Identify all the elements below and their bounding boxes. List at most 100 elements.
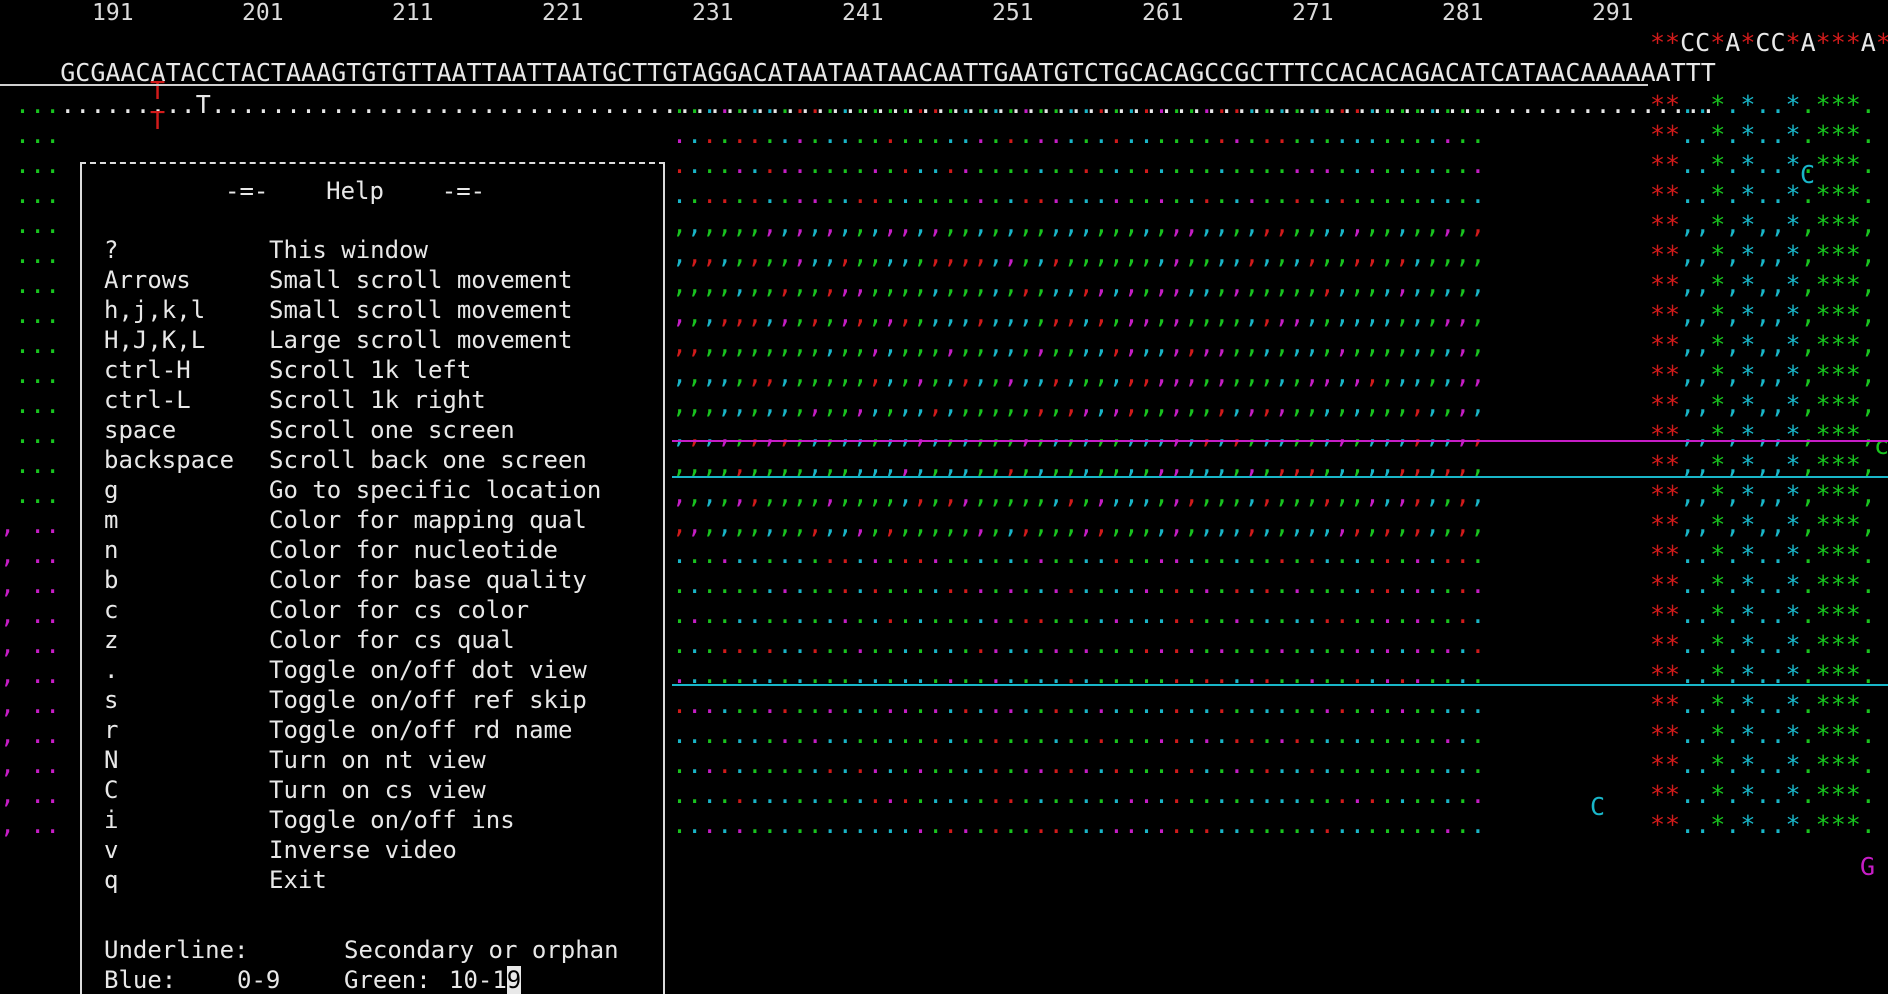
underline-desc: Secondary or orphan [344, 936, 619, 964]
help-key-description: Exit [269, 866, 327, 894]
position-label: 221 [542, 0, 584, 26]
read-row: ........................................… [0, 90, 1876, 119]
help-key-description: Color for base quality [269, 566, 587, 594]
read-row: ...,,,,,,,,,,,,,,,,,,,,,,,,,,,,,,,,,,,,,… [0, 390, 1876, 419]
help-key: r [104, 716, 119, 744]
read-row: ...,,,,,,,,,,,,,,,,,,,,,,,,,,,,,,,,,,,,,… [0, 210, 1876, 239]
position-label: 271 [1292, 0, 1334, 26]
position-label: 191 [92, 0, 134, 26]
help-top-border [80, 162, 665, 166]
position-label: 241 [842, 0, 884, 26]
help-key: b [104, 566, 119, 594]
help-key-description: Toggle on/off ref skip [269, 686, 587, 714]
help-key-description: Scroll one screen [269, 416, 515, 444]
help-key: backspace [104, 446, 235, 474]
read-row: , ......................................… [0, 570, 1876, 599]
help-key: space [104, 416, 177, 444]
help-key-description: Color for nucleotide [269, 536, 558, 564]
read-base-letter: G [1860, 852, 1876, 881]
position-label: 211 [392, 0, 434, 26]
read-row: ...,,,,,,,,,,,,,,,,,,,,,,,,,,,,,,,,,,,,,… [0, 330, 1876, 359]
help-key-description: Small scroll movement [269, 266, 573, 294]
help-key-description: Small scroll movement [269, 296, 573, 324]
help-key: C [104, 776, 119, 804]
help-key-description: Scroll back one screen [269, 446, 587, 474]
read-row: , ......................................… [0, 540, 1876, 569]
position-label: 261 [1142, 0, 1184, 26]
read-row: ........................................… [0, 180, 1876, 209]
position-label: 281 [1442, 0, 1484, 26]
help-key-description: Turn on nt view [269, 746, 486, 774]
read-row: , ......................................… [0, 600, 1876, 629]
read-underline [672, 440, 1888, 442]
blue-label: Blue: [104, 966, 177, 994]
help-key-description: Scroll 1k right [269, 386, 486, 414]
reference-tail-row: **CC*A*CC*A***A* [1650, 28, 1888, 57]
green-label: Green: [344, 966, 431, 994]
read-underline [672, 684, 1888, 686]
position-label: 251 [992, 0, 1034, 26]
position-label: 291 [1592, 0, 1634, 26]
read-base-letter: c [1874, 431, 1888, 460]
help-key-description: This window [269, 236, 428, 264]
read-row: ...,,,,,,,,,,,,,,,,,,,,,,,,,,,,,,,,,,,,,… [0, 270, 1876, 299]
help-key: g [104, 476, 119, 504]
help-key: ctrl-L [104, 386, 191, 414]
read-row: , ..,,,,,,,,,,,,,,,,,,,,,,,,,,,,,,,,,,,,… [0, 510, 1876, 539]
read-row: ...,,,,,,,,,,,,,,,,,,,,,,,,,,,,,,,,,,,,,… [0, 300, 1876, 329]
read-row: , ......................................… [0, 660, 1876, 689]
help-key: Arrows [104, 266, 191, 294]
help-key-description: Toggle on/off ins [269, 806, 515, 834]
read-row: , ......................................… [0, 630, 1876, 659]
green-range: 10-19 [449, 966, 522, 994]
read-row: ........................................… [0, 120, 1876, 149]
help-key-description: Color for mapping qual [269, 506, 587, 534]
terminal-window[interactable]: 191 201 211 221 231 241 251 261 271 281 291 GCGAAC… [0, 0, 1888, 994]
position-label: 231 [692, 0, 734, 26]
read-row: , ......................................… [0, 720, 1876, 749]
help-key-description: Color for cs qual [269, 626, 515, 654]
help-left-border [80, 162, 86, 994]
help-key-description: Scroll 1k left [269, 356, 472, 384]
read-row: ........................................… [0, 150, 1876, 179]
read-base-letter: C [1590, 792, 1606, 821]
help-key: v [104, 836, 119, 864]
read-row: ...,,,,,,,,,,,,,,,,,,,,,,,,,,,,,,,,,,,,,… [0, 450, 1876, 479]
read-row: ...,,,,,,,,,,,,,,,,,,,,,,,,,,,,,,,,,,,,,… [0, 480, 1876, 509]
read-row: , ......................................… [0, 690, 1876, 719]
position-label: 201 [242, 0, 284, 26]
read-row: , ......................................… [0, 750, 1876, 779]
help-key: s [104, 686, 119, 714]
read-underline [672, 476, 1888, 478]
help-key-description: Toggle on/off rd name [269, 716, 573, 744]
read-row: ...,,,,,,,,,,,,,,,,,,,,,,,,,,,,,,,,,,,,,… [0, 420, 1876, 449]
read-row: , ......................................… [0, 810, 1876, 839]
mismatch-base: T [150, 76, 166, 105]
help-key: ctrl-H [104, 356, 191, 384]
consensus-mark: T [195, 90, 211, 119]
help-key: . [104, 656, 119, 684]
read-row: ...,,,,,,,,,,,,,,,,,,,,,,,,,,,,,,,,,,,,,… [0, 240, 1876, 269]
reference-underline [0, 84, 1648, 86]
help-key: h,j,k,l [104, 296, 206, 324]
help-key-description: Toggle on/off dot view [269, 656, 587, 684]
help-key: q [104, 866, 119, 894]
help-key: n [104, 536, 119, 564]
terminal-cursor: 9 [506, 966, 522, 994]
read-row: ...,,,,,,,,,,,,,,,,,,,,,,,,,,,,,,,,,,,,,… [0, 360, 1876, 389]
help-key: m [104, 506, 119, 534]
help-key-description: Large scroll movement [269, 326, 573, 354]
help-key: H,J,K,L [104, 326, 206, 354]
mismatch-base: T [150, 106, 166, 135]
help-key: c [104, 596, 119, 624]
help-key-description: Inverse video [269, 836, 457, 864]
read-row: , ......................................… [0, 780, 1876, 809]
blue-range: 0-9 [237, 966, 281, 994]
help-right-border [663, 162, 665, 994]
help-window: + + -=- Help -=- ?This windowArrowsSmall… [80, 162, 665, 994]
read-base-letter: C [1800, 160, 1816, 189]
help-title: -=- Help -=- [225, 177, 486, 205]
help-key: N [104, 746, 119, 774]
help-key: ? [104, 236, 119, 264]
underline-label: Underline: [104, 936, 249, 964]
